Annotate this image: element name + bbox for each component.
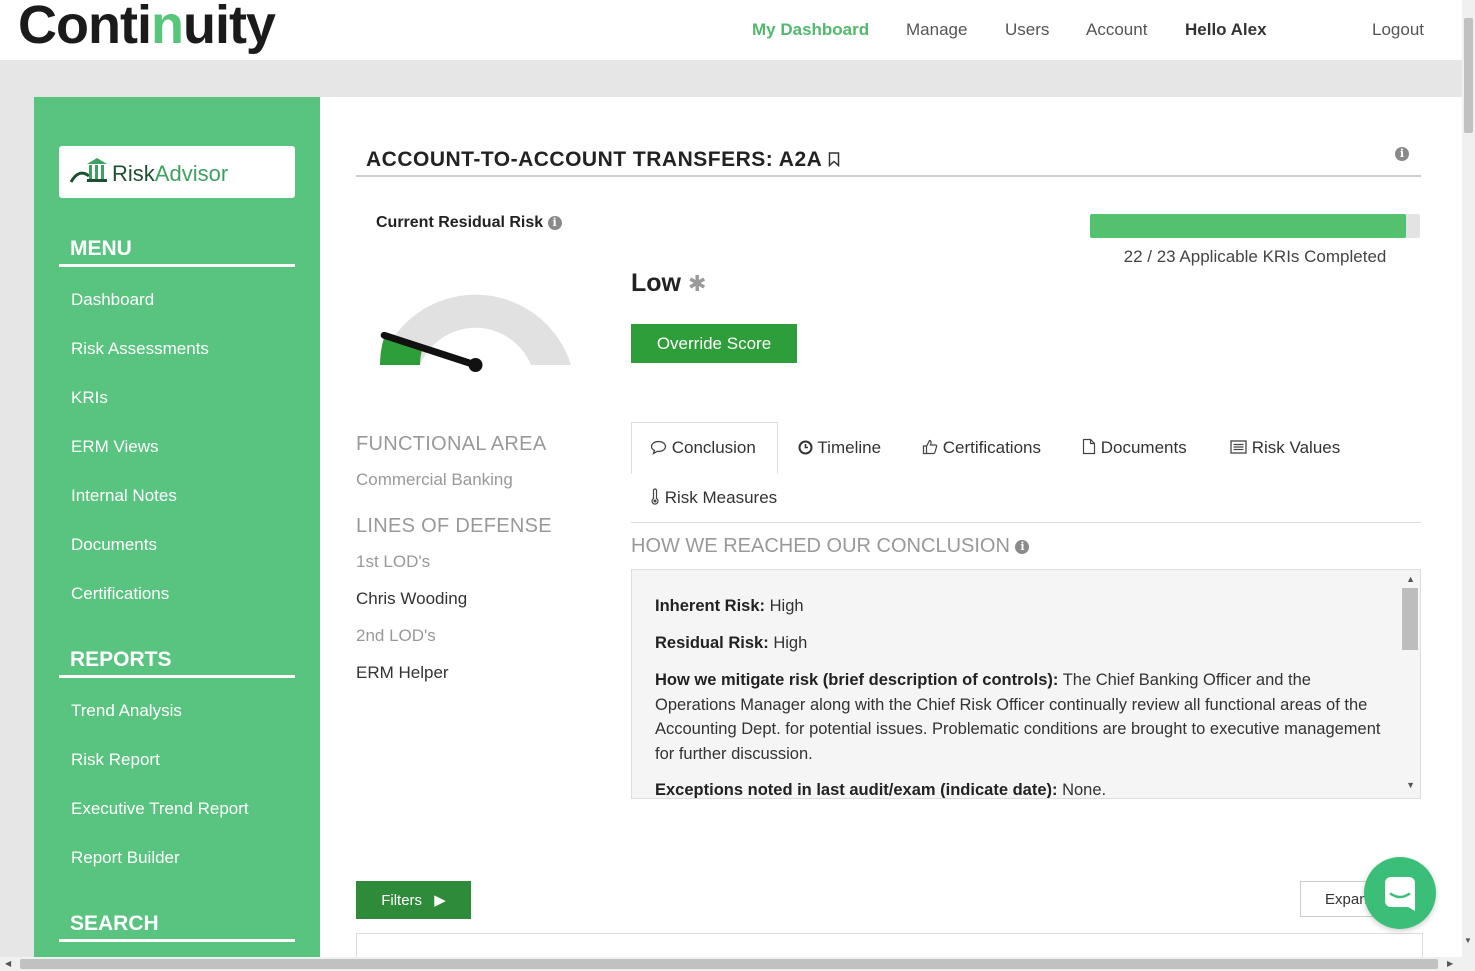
bank-icon xyxy=(69,158,107,183)
nav-logout[interactable]: Logout xyxy=(1372,20,1424,40)
document-icon xyxy=(1082,438,1096,455)
tab-risk-measures[interactable]: Risk Measures xyxy=(650,488,777,508)
menu-section-title: MENU xyxy=(70,237,132,260)
page-background-left xyxy=(0,97,34,957)
scroll-down-arrow-icon[interactable]: ▼ xyxy=(1464,936,1472,945)
main-panel: ACCOUNT-TO-ACCOUNT TRANSFERS: A2A i Curr… xyxy=(320,97,1462,964)
conclusion-heading: HOW WE REACHED OUR CONCLUSION i xyxy=(631,535,1030,558)
nav-hello-user: Hello Alex xyxy=(1185,20,1267,39)
risk-advisor-logo[interactable]: RiskAdvisor xyxy=(59,146,295,198)
reports-divider xyxy=(59,675,295,678)
filters-button[interactable]: Filters ▶ xyxy=(356,881,471,919)
sidebar-item-risk-assessments[interactable]: Risk Assessments xyxy=(71,339,209,359)
search-section-title: SEARCH xyxy=(70,912,159,935)
nav-my-dashboard[interactable]: My Dashboard xyxy=(752,20,869,40)
residual-risk-line: Residual Risk: High xyxy=(655,634,808,652)
sidebar-item-kris[interactable]: KRIs xyxy=(71,388,108,408)
kri-progress-bar xyxy=(1090,214,1420,238)
list-icon xyxy=(1230,440,1247,454)
chat-icon xyxy=(1385,877,1415,911)
functional-area-label: FUNCTIONAL AREA xyxy=(356,433,547,455)
scroll-left-arrow-icon[interactable]: ◀ xyxy=(5,959,11,968)
kri-progress-text: 22 / 23 Applicable KRIs Completed xyxy=(1123,247,1387,266)
sidebar-item-executive-trend-report[interactable]: Executive Trend Report xyxy=(71,799,249,819)
page-horizontal-scrollbar[interactable]: ◀ ▶ xyxy=(0,957,1475,971)
conclusion-box[interactable]: Inherent Risk: High Residual Risk: High … xyxy=(631,569,1421,799)
bookmark-icon[interactable] xyxy=(828,152,840,168)
title-divider xyxy=(356,175,1421,177)
sidebar-item-internal-notes[interactable]: Internal Notes xyxy=(71,486,177,506)
tab-timeline[interactable]: Timeline xyxy=(798,438,881,458)
conclusion-scrollbar-thumb[interactable] xyxy=(1402,588,1418,650)
override-score-button[interactable]: Override Score xyxy=(631,324,797,363)
scroll-down-icon[interactable]: ▼ xyxy=(1406,780,1415,790)
page-vertical-scrollbar-thumb[interactable] xyxy=(1464,18,1473,133)
lod1-label: 1st LOD's xyxy=(356,552,431,571)
nav-account[interactable]: Account xyxy=(1086,20,1147,40)
kri-progress-fill xyxy=(1090,214,1406,238)
gauge-hub xyxy=(468,358,483,372)
sidebar-item-trend-analysis[interactable]: Trend Analysis xyxy=(71,701,182,721)
nav-users[interactable]: Users xyxy=(1005,20,1049,40)
comment-icon xyxy=(650,440,667,455)
search-divider xyxy=(59,939,295,942)
sidebar-item-documents[interactable]: Documents xyxy=(71,535,157,555)
scroll-right-arrow-icon[interactable]: ▶ xyxy=(1447,959,1453,968)
thumbs-up-icon xyxy=(922,439,938,455)
page-background-strip xyxy=(0,60,1462,97)
info-icon[interactable]: i xyxy=(1395,147,1409,161)
chat-launcher[interactable] xyxy=(1364,857,1436,929)
reports-section-title: REPORTS xyxy=(70,648,172,671)
mitigation-line: How we mitigate risk (brief description … xyxy=(655,671,1381,763)
functional-area-value: Commercial Banking xyxy=(356,470,513,489)
info-icon[interactable]: i xyxy=(1015,539,1030,554)
asterisk-icon: ✱ xyxy=(687,271,707,296)
risk-level: Low ✱ xyxy=(631,269,707,297)
sidebar-item-certifications[interactable]: Certifications xyxy=(71,584,169,604)
lines-of-defense-label: LINES OF DEFENSE xyxy=(356,515,552,537)
lod2-name: ERM Helper xyxy=(356,663,449,682)
tabs-divider xyxy=(631,522,1421,523)
menu-divider xyxy=(59,264,295,267)
page-title: ACCOUNT-TO-ACCOUNT TRANSFERS: A2A xyxy=(366,148,840,172)
current-residual-risk-label: Current Residual Risk i xyxy=(376,214,562,232)
nav-manage[interactable]: Manage xyxy=(906,20,967,40)
risk-gauge xyxy=(380,294,571,372)
continuity-logo[interactable]: Continuity xyxy=(18,0,276,56)
scroll-up-icon[interactable]: ▲ xyxy=(1406,574,1415,584)
play-icon: ▶ xyxy=(434,892,446,909)
clock-icon xyxy=(798,440,813,455)
lod2-label: 2nd LOD's xyxy=(356,626,436,645)
page-vertical-scrollbar[interactable]: ▼ xyxy=(1462,0,1475,957)
sidebar: RiskAdvisor MENU Dashboard Risk Assessme… xyxy=(34,97,320,957)
tab-conclusion[interactable]: Conclusion xyxy=(650,438,756,458)
lod1-name: Chris Wooding xyxy=(356,589,468,608)
info-icon[interactable]: i xyxy=(547,215,562,230)
sidebar-item-report-builder[interactable]: Report Builder xyxy=(71,848,180,868)
sidebar-item-risk-report[interactable]: Risk Report xyxy=(71,750,160,770)
sidebar-item-dashboard[interactable]: Dashboard xyxy=(71,290,154,310)
page-horizontal-scrollbar-thumb[interactable] xyxy=(20,959,1438,969)
tab-documents[interactable]: Documents xyxy=(1082,438,1187,458)
sidebar-item-erm-views[interactable]: ERM Views xyxy=(71,437,159,457)
inherent-risk-line: Inherent Risk: High xyxy=(655,597,804,615)
top-navigation-bar: Continuity My Dashboard Manage Users Acc… xyxy=(0,0,1462,60)
exceptions-line: Exceptions noted in last audit/exam (ind… xyxy=(655,781,1107,799)
thermometer-icon xyxy=(651,488,659,505)
tab-risk-values[interactable]: Risk Values xyxy=(1230,438,1340,458)
tab-certifications[interactable]: Certifications xyxy=(922,438,1041,458)
